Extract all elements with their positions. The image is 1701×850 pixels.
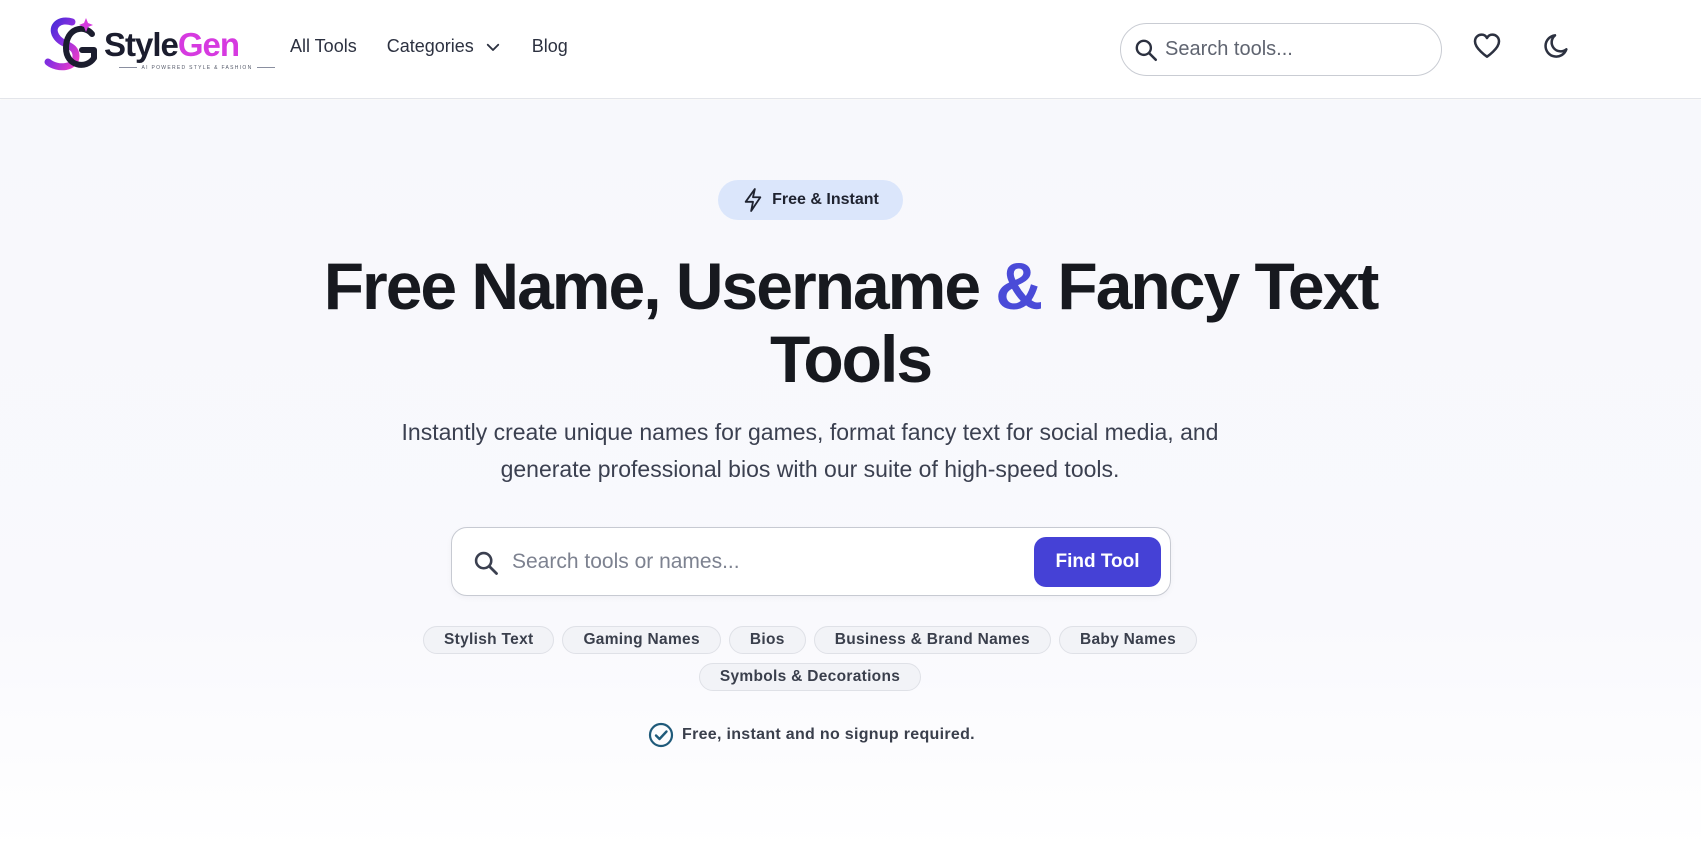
heart-icon[interactable] xyxy=(1471,30,1503,62)
logo-wordmark: StyleGen xyxy=(104,26,240,63)
logo-word-style: Style xyxy=(104,26,179,63)
nav-blog-label: Blog xyxy=(531,36,568,56)
hero-subtitle: Instantly create unique names for games,… xyxy=(401,419,1219,482)
category-chips: Stylish Text Gaming Names Bios Business & B… xyxy=(380,626,1240,700)
lightning-bolt-icon xyxy=(744,188,762,212)
logo-tagline: AI POWERED STYLE & FASHION xyxy=(104,65,290,71)
moon-icon[interactable] xyxy=(1541,30,1573,62)
chip-business-brand-names[interactable]: Business & Brand Names xyxy=(813,626,1051,654)
chip-gaming-names[interactable]: Gaming Names xyxy=(562,626,721,654)
hero-title-part1: Free Name, Username xyxy=(323,249,996,323)
hero-title-ampersand: & xyxy=(995,249,1043,323)
hero-title: Free Name, Username & Fancy Text Tools xyxy=(300,250,1401,396)
header-search-input[interactable] xyxy=(1165,38,1425,61)
free-note-text: Free, instant and no signup required. xyxy=(682,726,975,743)
site-logo[interactable]: StyleGen AI POWERED STYLE & FASHION xyxy=(42,14,252,76)
nav-categories[interactable]: Categories xyxy=(387,36,502,57)
header-search xyxy=(1120,23,1442,76)
chip-stylish-text[interactable]: Stylish Text xyxy=(423,626,555,654)
main-nav: All Tools Categories Blog xyxy=(290,36,598,57)
nav-all-tools-label: All Tools xyxy=(290,36,357,56)
chip-bios[interactable]: Bios xyxy=(728,626,806,654)
nav-blog[interactable]: Blog xyxy=(532,36,568,57)
check-circle-icon xyxy=(648,722,674,748)
chevron-down-icon xyxy=(486,43,499,51)
find-tool-button[interactable]: Find Tool xyxy=(1034,537,1161,587)
search-icon xyxy=(1135,39,1158,61)
chip-baby-names[interactable]: Baby Names xyxy=(1058,626,1197,654)
search-icon xyxy=(474,551,498,575)
site-header: StyleGen AI POWERED STYLE & FASHION All … xyxy=(0,0,1701,99)
free-note: Free, instant and no signup required. xyxy=(648,722,975,748)
hero-search: Find Tool xyxy=(451,527,1171,596)
sg-monogram-icon xyxy=(44,17,97,71)
free-instant-badge: Free & Instant xyxy=(718,180,903,220)
nav-categories-label: Categories xyxy=(386,36,474,56)
hero-search-input[interactable] xyxy=(512,546,1012,578)
chip-symbols-decorations[interactable]: Symbols & Decorations xyxy=(698,663,922,691)
nav-all-tools[interactable]: All Tools xyxy=(290,36,357,57)
logo-word-gen: Gen xyxy=(177,26,240,63)
badge-label: Free & Instant xyxy=(772,191,879,208)
